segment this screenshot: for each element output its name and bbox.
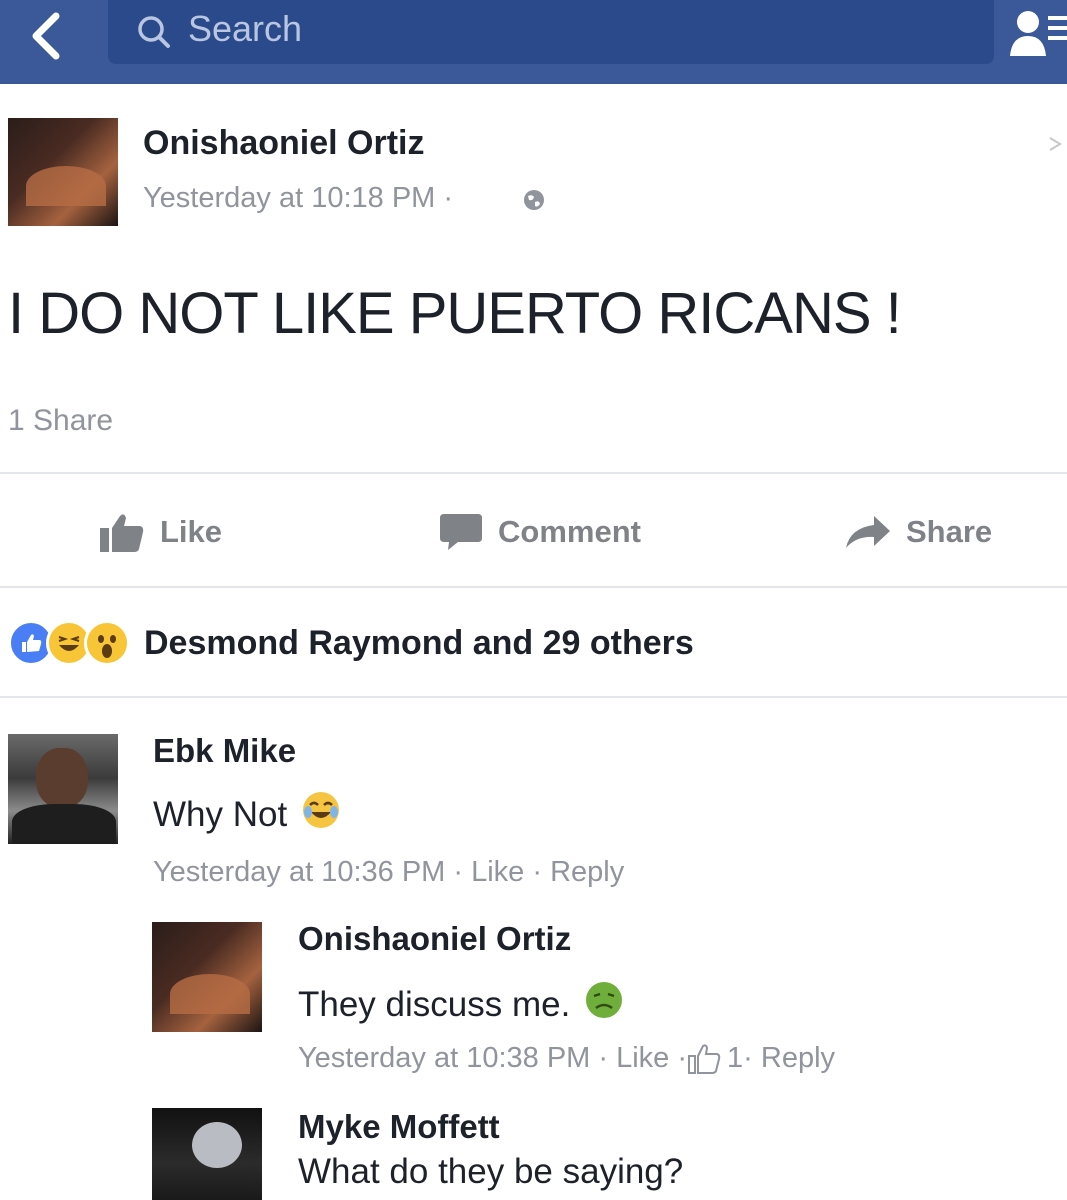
- like-button[interactable]: Like: [100, 508, 222, 556]
- reply-text: What do they be saying?: [298, 1152, 683, 1192]
- divider: [0, 586, 1067, 588]
- post-text: I DO NOT LIKE PUERTO RICANS !: [8, 281, 902, 346]
- reply-author[interactable]: Myke Moffett: [298, 1108, 500, 1146]
- share-arrow-icon: [846, 516, 890, 548]
- commenter-avatar[interactable]: [8, 734, 118, 844]
- nauseated-face-emoji-icon: [584, 980, 624, 1029]
- top-nav-bar: Search: [0, 0, 1067, 84]
- search-input[interactable]: Search: [108, 0, 994, 64]
- share-label: Share: [906, 514, 993, 549]
- share-count[interactable]: 1 Share: [8, 404, 113, 438]
- comment-label: Comment: [498, 514, 641, 549]
- like-label: Like: [160, 514, 223, 549]
- share-button[interactable]: Share: [846, 508, 992, 556]
- post-timestamp[interactable]: Yesterday at 10:18 PM ·: [143, 182, 453, 215]
- reply-author-avatar[interactable]: [152, 1108, 262, 1200]
- post-author-name[interactable]: Onishaoniel Ortiz: [143, 124, 424, 163]
- reply-text: They discuss me.: [298, 980, 624, 1029]
- search-icon: [138, 16, 170, 48]
- reply-meta-prefix[interactable]: Yesterday at 10:38 PM · Like ·: [298, 1042, 687, 1075]
- reactions-summary-text[interactable]: Desmond Raymond and 29 others: [144, 624, 694, 663]
- reply-author-avatar[interactable]: [152, 922, 262, 1032]
- globe-icon: [524, 190, 544, 210]
- comment-button[interactable]: Comment: [440, 508, 641, 556]
- chevron-left-icon: [32, 12, 60, 60]
- divider: [0, 696, 1067, 698]
- thumbs-up-icon: [100, 514, 144, 552]
- wow-reaction-icon: [84, 620, 130, 666]
- reply-like-count: 1: [727, 1042, 744, 1074]
- divider: [0, 472, 1067, 474]
- reply-meta-suffix[interactable]: · Reply: [743, 1042, 835, 1075]
- comment-text-content: Why Not: [153, 794, 288, 834]
- search-placeholder: Search: [188, 8, 303, 49]
- post-author-avatar[interactable]: [8, 118, 118, 226]
- friend-requests-icon: [1010, 11, 1067, 56]
- reply-meta: Yesterday at 10:38 PM · Like · 1 · Reply: [298, 1042, 835, 1075]
- reply-author[interactable]: Onishaoniel Ortiz: [298, 920, 571, 958]
- facebook-post-screen: Search Onishaoniel Ortiz Yesterday at 10…: [0, 0, 1067, 1200]
- crying-laughing-emoji-icon: [301, 790, 341, 839]
- reply-text-content: They discuss me.: [298, 984, 571, 1024]
- back-button[interactable]: [18, 8, 78, 68]
- friend-requests-button[interactable]: [1006, 4, 1067, 64]
- comment-author[interactable]: Ebk Mike: [153, 732, 296, 770]
- like-count-thumb-icon: [688, 1043, 721, 1074]
- reactions-summary[interactable]: Desmond Raymond and 29 others: [8, 620, 694, 666]
- comment-text: Why Not: [153, 790, 341, 839]
- post-options-chevron-icon[interactable]: [1048, 132, 1067, 154]
- comment-meta[interactable]: Yesterday at 10:36 PM · Like · Reply: [153, 856, 624, 889]
- comment-icon: [440, 514, 482, 550]
- reply-text-content: What do they be saying?: [298, 1152, 684, 1191]
